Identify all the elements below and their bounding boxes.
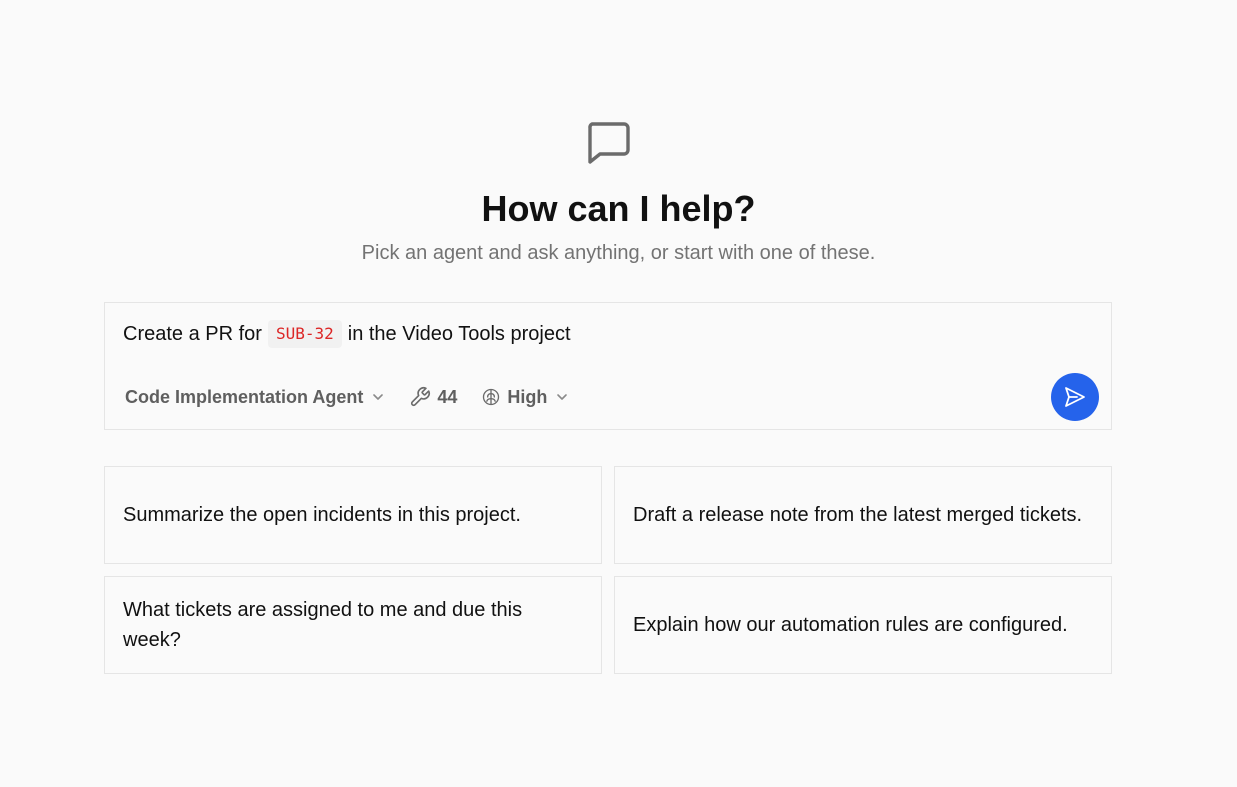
reasoning-selector[interactable]: High <box>481 387 569 408</box>
wrench-icon <box>411 387 431 407</box>
chevron-down-icon <box>373 394 384 400</box>
agent-selector-label: Code Implementation Agent <box>125 386 364 407</box>
brain-icon <box>483 388 500 406</box>
chat-bubble-icon <box>584 118 632 166</box>
tools-count: 44 <box>437 386 458 407</box>
page-title: How can I help? <box>481 188 756 229</box>
ticket-chip: SUB-32 <box>267 320 342 348</box>
send-icon <box>1065 387 1085 407</box>
prompt-composer[interactable]: Create a PR for SUB-32 in the Video Tool… <box>104 302 1112 430</box>
suggestion-card[interactable]: Summarize the open incidents in this pro… <box>104 466 602 564</box>
composer-controls: Code Implementation Agent 44 High <box>125 383 593 411</box>
prompt-text-after: in the Video Tools project <box>347 323 571 345</box>
suggestion-text: Draft a release note from the latest mer… <box>633 504 1083 526</box>
suggestion-text: Explain how our automation rules are con… <box>633 614 1068 636</box>
suggestion-card[interactable]: Draft a release note from the latest mer… <box>614 466 1112 564</box>
reasoning-label: High <box>507 386 548 407</box>
suggestion-text: Summarize the open incidents in this pro… <box>123 504 521 526</box>
prompt-text-before: Create a PR for <box>123 323 262 345</box>
agent-selector[interactable]: Code Implementation Agent <box>125 387 385 408</box>
prompt-input[interactable]: Create a PR for SUB-32 in the Video Tool… <box>123 319 571 349</box>
suggestion-card[interactable]: Explain how our automation rules are con… <box>614 576 1112 674</box>
suggestion-card[interactable]: What tickets are assigned to me and due … <box>104 576 602 674</box>
chevron-down-icon <box>557 394 568 400</box>
send-button[interactable] <box>1051 373 1099 421</box>
suggestion-text: What tickets are assigned to me and due … <box>123 599 523 651</box>
tools-button[interactable]: 44 <box>409 386 457 408</box>
page-subtitle: Pick an agent and ask anything, or start… <box>361 242 876 264</box>
